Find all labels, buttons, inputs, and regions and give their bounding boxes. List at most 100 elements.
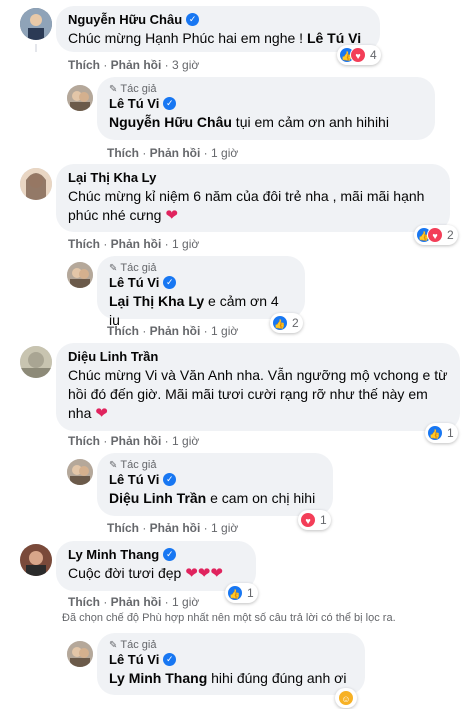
author-badge: ✎ Tác giả	[109, 459, 157, 471]
avatar-photo-icon	[20, 544, 52, 576]
comment-time[interactable]: 3 giờ	[172, 58, 199, 72]
avatar[interactable]	[67, 459, 93, 485]
reply-button[interactable]: Phản hồi	[150, 521, 201, 535]
reaction-summary[interactable]: 👍 2	[270, 313, 303, 333]
like-button[interactable]: Thích	[107, 146, 139, 160]
verified-icon: ✓	[163, 473, 177, 486]
like-reaction-icon: 👍	[427, 425, 443, 441]
reply-button[interactable]: Phản hồi	[111, 58, 162, 72]
comment-author[interactable]: Lê Tú Vi ✓	[109, 652, 353, 667]
pencil-icon: ✎	[109, 83, 118, 95]
care-reaction-icon: ☺	[338, 690, 354, 706]
reply-button[interactable]: Phản hồi	[150, 324, 201, 338]
comment-text: Nguyễn Hữu Châu tụi em cảm ơn anh hihihi	[109, 114, 389, 130]
like-reaction-icon: 👍	[227, 585, 243, 601]
heart-emoji-icon: ❤	[165, 207, 178, 224]
comment-author[interactable]: Lê Tú Vi ✓	[109, 472, 321, 487]
like-button[interactable]: Thích	[68, 595, 100, 609]
avatar-photo-icon	[67, 262, 93, 288]
comment-time[interactable]: 1 giờ	[211, 324, 238, 338]
verified-icon: ✓	[163, 548, 177, 561]
verified-icon: ✓	[163, 653, 177, 666]
reply-button[interactable]: Phản hồi	[111, 595, 162, 609]
reply-button[interactable]: Phản hồi	[111, 434, 162, 448]
comment-bubble: Lại Thị Kha Ly Chúc mừng kỉ niệm 6 năm c…	[56, 164, 450, 232]
avatar[interactable]	[67, 85, 93, 111]
comment-actions: Thích · Phản hồi · 1 giờ	[68, 595, 200, 609]
comment-bubble: Nguyễn Hữu Châu ✓ Chúc mừng Hạnh Phúc hai…	[56, 6, 380, 52]
reaction-summary[interactable]: ☺	[335, 688, 357, 708]
like-button[interactable]: Thích	[68, 237, 100, 251]
author-badge: ✎ Tác giả	[109, 262, 157, 274]
reply-button[interactable]: Phản hồi	[150, 146, 201, 160]
comment-author[interactable]: Nguyễn Hữu Châu ✓	[68, 12, 368, 27]
pencil-icon: ✎	[109, 262, 118, 274]
avatar[interactable]	[20, 8, 52, 40]
avatar-photo-icon	[20, 168, 52, 200]
love-reaction-icon: ♥	[300, 512, 316, 528]
avatar-photo-icon	[20, 8, 52, 40]
heart-emoji-icon: ❤❤❤	[185, 565, 223, 582]
comment-time[interactable]: 1 giờ	[211, 521, 238, 535]
avatar[interactable]	[67, 262, 93, 288]
reaction-summary[interactable]: 👍 1	[425, 423, 458, 443]
avatar-photo-icon	[20, 346, 52, 378]
like-button[interactable]: Thích	[68, 58, 100, 72]
reaction-summary[interactable]: 👍 1	[225, 583, 258, 603]
comment-author[interactable]: Diệu Linh Trần	[68, 349, 448, 364]
comment-text: Chúc mừng Vi và Văn Anh nha. Vẫn ngưỡng …	[68, 367, 448, 422]
comment-bubble: ✎ Tác giả Lê Tú Vi ✓ Nguyễn Hữu Châu tụi e…	[97, 77, 435, 140]
like-button[interactable]: Thích	[107, 521, 139, 535]
reaction-summary[interactable]: 👍 ♥ 4	[337, 45, 381, 65]
comment-author[interactable]: Lại Thị Kha Ly	[68, 170, 438, 185]
comment-text: Ly Minh Thang hihi đúng đúng anh ơi	[109, 670, 347, 686]
avatar-photo-icon	[67, 459, 93, 485]
comment-time[interactable]: 1 giờ	[172, 237, 199, 251]
like-button[interactable]: Thích	[107, 324, 139, 338]
comment-actions: Thích · Phản hồi · 3 giờ	[68, 58, 200, 72]
pencil-icon: ✎	[109, 459, 118, 471]
thread-line	[35, 44, 37, 52]
avatar[interactable]	[67, 641, 93, 667]
comment-bubble: ✎ Tác giả Lê Tú Vi ✓ Lại Thị Kha Ly e cảm …	[97, 256, 305, 328]
love-reaction-icon: ♥	[427, 227, 443, 243]
mention-link[interactable]: Diệu Linh Trần	[109, 490, 206, 506]
reaction-summary[interactable]: 👍 ♥ 2	[414, 225, 458, 245]
mention-link[interactable]: Lại Thị Kha Ly	[109, 293, 204, 309]
comment-bubble: ✎ Tác giả Lê Tú Vi ✓ Ly Minh Thang hihi đú…	[97, 633, 365, 695]
comment-text: Chúc mừng kỉ niệm 6 năm của đôi trẻ nha …	[68, 188, 425, 224]
comment-time[interactable]: 1 giờ	[172, 434, 199, 448]
reply-button[interactable]: Phản hồi	[111, 237, 162, 251]
mention-link[interactable]: Nguyễn Hữu Châu	[109, 114, 232, 130]
like-reaction-icon: 👍	[272, 315, 288, 331]
author-badge: ✎ Tác giả	[109, 83, 157, 95]
comment-actions: Thích · Phản hồi · 1 giờ	[107, 324, 239, 338]
love-reaction-icon: ♥	[350, 47, 366, 63]
mention-link[interactable]: Ly Minh Thang	[109, 670, 207, 686]
comment-actions: Thích · Phản hồi · 1 giờ	[107, 146, 239, 160]
avatar[interactable]	[20, 168, 52, 200]
comment-time[interactable]: 1 giờ	[211, 146, 238, 160]
comment-text: Cuộc đời tươi đẹp ❤❤❤	[68, 565, 223, 582]
verified-icon: ✓	[163, 97, 177, 110]
comment-time[interactable]: 1 giờ	[172, 595, 199, 609]
avatar[interactable]	[20, 544, 52, 576]
pencil-icon: ✎	[109, 639, 118, 651]
comment-text: Chúc mừng Hạnh Phúc hai em nghe ! Lê Tú …	[68, 30, 362, 46]
comment-actions: Thích · Phản hồi · 1 giờ	[107, 521, 239, 535]
filter-notice: Đã chọn chế độ Phù hợp nhất nên một số c…	[62, 612, 396, 624]
reaction-summary[interactable]: ♥ 1	[298, 510, 331, 530]
mention-link[interactable]: Lê Tú Vi	[307, 30, 361, 46]
comment-author[interactable]: Ly Minh Thang ✓	[68, 547, 244, 562]
comment-author[interactable]: Lê Tú Vi ✓	[109, 275, 293, 290]
comment-actions: Thích · Phản hồi · 1 giờ	[68, 434, 200, 448]
avatar-photo-icon	[67, 85, 93, 111]
avatar[interactable]	[20, 346, 52, 378]
like-button[interactable]: Thích	[68, 434, 100, 448]
avatar-photo-icon	[67, 641, 93, 667]
comment-actions: Thích · Phản hồi · 1 giờ	[68, 237, 200, 251]
verified-icon: ✓	[163, 276, 177, 289]
comment-author[interactable]: Lê Tú Vi ✓	[109, 96, 423, 111]
author-badge: ✎ Tác giả	[109, 639, 157, 651]
comment-text: Diệu Linh Trần e cam on chị hihi	[109, 490, 316, 506]
